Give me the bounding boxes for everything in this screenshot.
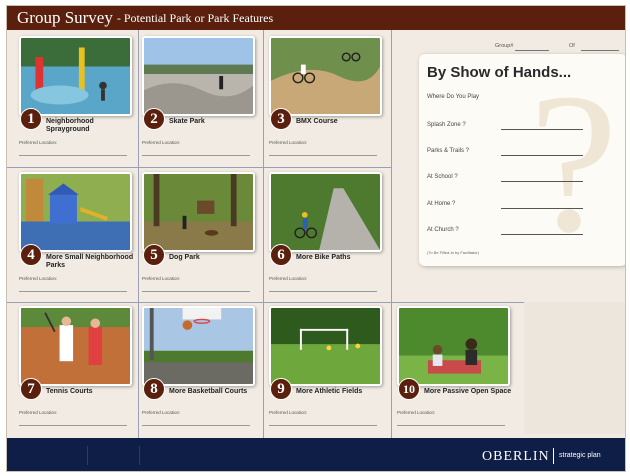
at-school-label: At School ? <box>427 174 458 180</box>
at-church-field[interactable] <box>501 234 583 235</box>
preferred-location-field[interactable] <box>142 291 250 292</box>
card-number-badge: 7 <box>20 378 42 400</box>
card-label: Neighborhood Sprayground <box>46 118 94 133</box>
grid-divider <box>138 30 139 438</box>
footer-divider <box>139 446 140 465</box>
at-home-field[interactable] <box>501 208 583 209</box>
preferred-location-label: Preferred Location: <box>19 140 58 145</box>
parks-trails-field[interactable] <box>501 155 583 156</box>
at-home-label: At Home ? <box>427 201 456 207</box>
grid-divider <box>391 30 392 302</box>
parks-trails-label: Parks & Trails ? <box>427 148 470 154</box>
card-label: Skate Park <box>169 118 205 125</box>
preferred-location-field[interactable] <box>19 425 127 426</box>
preferred-location-label: Preferred Location: <box>142 276 181 281</box>
preferred-location-field[interactable] <box>19 291 127 292</box>
show-of-hands-panel: ? By Show of Hands... Where Do You Play … <box>419 54 625 266</box>
page-subtitle: - Potential Park or Park Features <box>116 10 274 25</box>
show-of-hands-title: By Show of Hands... <box>427 64 572 81</box>
grid-divider <box>263 30 264 438</box>
group-of-label: Of <box>569 43 575 49</box>
at-church-label: At Church ? <box>427 227 459 233</box>
grid-divider <box>391 302 392 438</box>
group-number-field[interactable] <box>515 50 549 51</box>
empty-cell <box>524 302 625 434</box>
group-of-field[interactable] <box>581 50 619 51</box>
preferred-location-field[interactable] <box>269 291 377 292</box>
logo-separator <box>553 448 554 464</box>
strategic-plan-label: strategic plan <box>559 452 601 459</box>
preferred-location-label: Preferred Location: <box>269 410 308 415</box>
splash-zone-label: Splash Zone ? <box>427 122 466 128</box>
card-label: More Athletic Fields <box>296 388 363 395</box>
splash-zone-field[interactable] <box>501 129 583 130</box>
tennis-photo <box>19 306 132 386</box>
survey-board: Group Survey - Potential Park or Park Fe… <box>6 5 626 472</box>
preferred-location-field[interactable] <box>142 425 250 426</box>
preferred-location-label: Preferred Location: <box>19 410 58 415</box>
preferred-location-label: Preferred Location: <box>269 276 308 281</box>
athletic-field-photo <box>269 306 382 386</box>
card-number-badge: 6 <box>270 244 292 266</box>
where-do-you-play-label: Where Do You Play <box>427 94 480 100</box>
preferred-location-label: Preferred Location: <box>19 276 58 281</box>
card-label: More Small Neighborhood Parks <box>46 254 134 269</box>
open-space-photo <box>397 306 510 386</box>
preferred-location-field[interactable] <box>269 155 377 156</box>
card-number-badge: 4 <box>20 244 42 266</box>
page-title: Group Survey <box>17 8 113 27</box>
title-bar: Group Survey - Potential Park or Park Fe… <box>7 6 625 30</box>
bmx-photo <box>269 36 382 116</box>
sprayground-photo <box>19 36 132 116</box>
oberlin-logo: OBERLIN <box>482 449 550 464</box>
preferred-location-field[interactable] <box>19 155 127 156</box>
card-label: BMX Course <box>296 118 338 125</box>
card-number-badge: 8 <box>143 378 165 400</box>
dog-park-photo <box>142 172 255 252</box>
card-number-badge: 9 <box>270 378 292 400</box>
card-number-badge: 2 <box>143 108 165 130</box>
footer-divider <box>87 446 88 465</box>
card-number-badge: 3 <box>270 108 292 130</box>
card-label: Dog Park <box>169 254 200 261</box>
playground-photo <box>19 172 132 252</box>
preferred-location-label: Preferred Location: <box>142 410 181 415</box>
preferred-location-field[interactable] <box>397 425 505 426</box>
preferred-location-field[interactable] <box>269 425 377 426</box>
bike-path-photo <box>269 172 382 252</box>
footer-bar: OBERLIN strategic plan <box>7 438 625 471</box>
preferred-location-label: Preferred Location: <box>269 140 308 145</box>
preferred-location-label: Preferred Location: <box>397 410 436 415</box>
card-label: More Passive Open Space <box>424 388 512 395</box>
card-label: More Basketball Courts <box>169 388 248 395</box>
card-number-badge: 10 <box>398 378 420 400</box>
card-number-badge: 5 <box>143 244 165 266</box>
group-number-label: Group# <box>495 43 514 49</box>
card-number-badge: 1 <box>20 108 42 130</box>
skate-park-photo <box>142 36 255 116</box>
card-label: More Bike Paths <box>296 254 351 261</box>
grid-divider <box>7 167 391 168</box>
card-label: Tennis Courts <box>46 388 93 395</box>
preferred-location-label: Preferred Location: <box>142 140 181 145</box>
at-school-field[interactable] <box>501 181 583 182</box>
facilitator-note: (To Be Filled-In by Facilitator) <box>427 250 480 255</box>
preferred-location-field[interactable] <box>142 155 250 156</box>
basketball-photo <box>142 306 255 386</box>
